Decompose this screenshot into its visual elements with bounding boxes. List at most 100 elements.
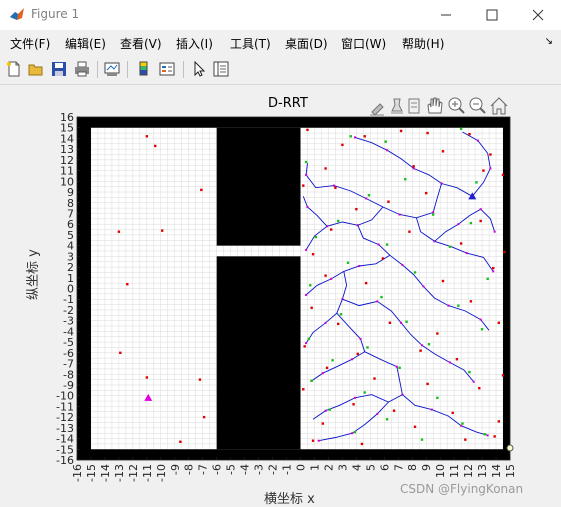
random-sample-point xyxy=(325,366,329,370)
random-sample-point xyxy=(310,306,313,309)
tree-node-point xyxy=(476,139,479,142)
random-sample-point xyxy=(441,279,445,283)
x-tick-label: -12 xyxy=(127,464,140,482)
random-sample-point xyxy=(441,150,445,153)
random-sample-point xyxy=(306,128,309,132)
tree-node-point xyxy=(358,264,361,267)
random-sample-point xyxy=(324,167,327,170)
tree-node-point xyxy=(486,434,489,437)
tree-leaf-point xyxy=(469,221,473,225)
obstacle-wall-left-upper xyxy=(216,127,301,246)
random-sample-point xyxy=(489,153,492,156)
random-sample-point xyxy=(334,186,337,189)
plot-axes[interactable]: -16 -15 -14 -13 -12 -11 -10 -9 -8 -7 -6 -5 -4 -3 -2 -1 0… xyxy=(0,0,561,507)
tree-leaf-point xyxy=(480,328,484,331)
random-sample-point xyxy=(117,230,121,233)
random-sample-point xyxy=(336,322,340,326)
random-sample-point xyxy=(497,420,501,423)
tree-node-point xyxy=(351,358,354,361)
x-tick-label: -4 xyxy=(239,464,252,475)
x-tick-label: 9 xyxy=(420,464,433,471)
x-tick-label: 3 xyxy=(336,464,349,471)
tree-node-point xyxy=(333,184,336,187)
random-sample-point xyxy=(478,386,481,390)
tree-node-point xyxy=(305,173,308,176)
tree-leaf-point xyxy=(384,140,387,143)
random-sample-point xyxy=(501,374,505,377)
tree-leaf-point xyxy=(475,181,478,184)
x-tick-label: 7 xyxy=(392,464,405,471)
tree-node-point xyxy=(306,206,309,209)
random-sample-point xyxy=(302,388,305,391)
random-sample-point xyxy=(200,188,203,192)
tree-node-point xyxy=(365,197,368,200)
random-sample-point xyxy=(303,345,306,348)
tree-node-point xyxy=(353,136,356,139)
x-axis-label: 横坐标 x xyxy=(264,492,315,507)
tree-node-point xyxy=(432,211,435,214)
random-sample-point xyxy=(311,253,315,256)
random-sample-point xyxy=(501,173,505,177)
random-sample-point xyxy=(330,228,333,231)
x-tick-label: -2 xyxy=(267,464,280,475)
tree-leaf-point xyxy=(398,366,401,370)
x-tick-label: 0 xyxy=(294,464,307,471)
x-tick-label: 2 xyxy=(322,464,335,471)
x-tick-label: -7 xyxy=(197,464,210,475)
x-tick-label: -3 xyxy=(253,464,266,475)
random-sample-point xyxy=(119,351,122,355)
random-sample-point xyxy=(154,144,157,148)
tree-leaf-point xyxy=(339,313,343,316)
random-sample-point xyxy=(373,377,376,380)
tree-node-point xyxy=(400,321,403,324)
random-sample-point xyxy=(493,435,496,438)
tree-node-point xyxy=(359,337,362,340)
tree-node-point xyxy=(479,318,482,321)
x-tick-label: 15 xyxy=(504,464,517,478)
tree-leaf-point xyxy=(461,422,464,425)
tree-leaf-point xyxy=(457,304,460,307)
tree-leaf-point xyxy=(346,261,350,264)
random-sample-point xyxy=(321,422,325,425)
random-sample-point xyxy=(352,403,355,406)
random-sample-point xyxy=(399,129,403,133)
random-sample-point xyxy=(356,352,359,356)
tree-leaf-point xyxy=(431,213,435,216)
tree-leaf-point xyxy=(468,370,471,374)
tree-node-point xyxy=(321,372,324,375)
tree-leaf-point xyxy=(413,271,417,274)
tree-node-point xyxy=(401,263,404,266)
tree-node-point xyxy=(412,167,415,170)
random-sample-point xyxy=(355,207,358,211)
random-sample-point xyxy=(413,425,417,428)
tree-node-point xyxy=(305,342,308,345)
x-tick-label: -11 xyxy=(141,464,154,482)
tree-leaf-point xyxy=(405,320,408,323)
tree-node-point xyxy=(305,293,308,296)
obstacle-border-top xyxy=(77,117,510,128)
x-tick-label: -5 xyxy=(225,464,238,475)
x-tick-label: -10 xyxy=(155,464,168,482)
tree-leaf-point xyxy=(436,396,439,400)
tree-node-point xyxy=(421,344,424,347)
tree-node-point xyxy=(353,396,356,399)
random-sample-point xyxy=(392,409,396,412)
x-tick-label: -13 xyxy=(113,464,126,482)
x-tick-label: 1 xyxy=(308,464,321,471)
tree-node-point xyxy=(305,248,308,251)
tree-leaf-point xyxy=(404,177,407,181)
tree-node-point xyxy=(422,285,425,288)
tree-node-point xyxy=(489,167,492,170)
random-sample-point xyxy=(145,135,149,138)
tree-node-point xyxy=(324,321,327,324)
x-tick-label: -15 xyxy=(85,464,98,482)
tree-node-point xyxy=(472,380,475,383)
tree-node-point xyxy=(448,361,451,364)
tree-node-point xyxy=(457,223,460,226)
tree-leaf-point xyxy=(314,235,318,239)
tree-node-point xyxy=(430,408,433,411)
random-sample-point xyxy=(412,165,415,168)
tree-leaf-point xyxy=(310,379,313,382)
tree-node-point xyxy=(324,409,327,412)
tree-node-point xyxy=(330,277,333,280)
